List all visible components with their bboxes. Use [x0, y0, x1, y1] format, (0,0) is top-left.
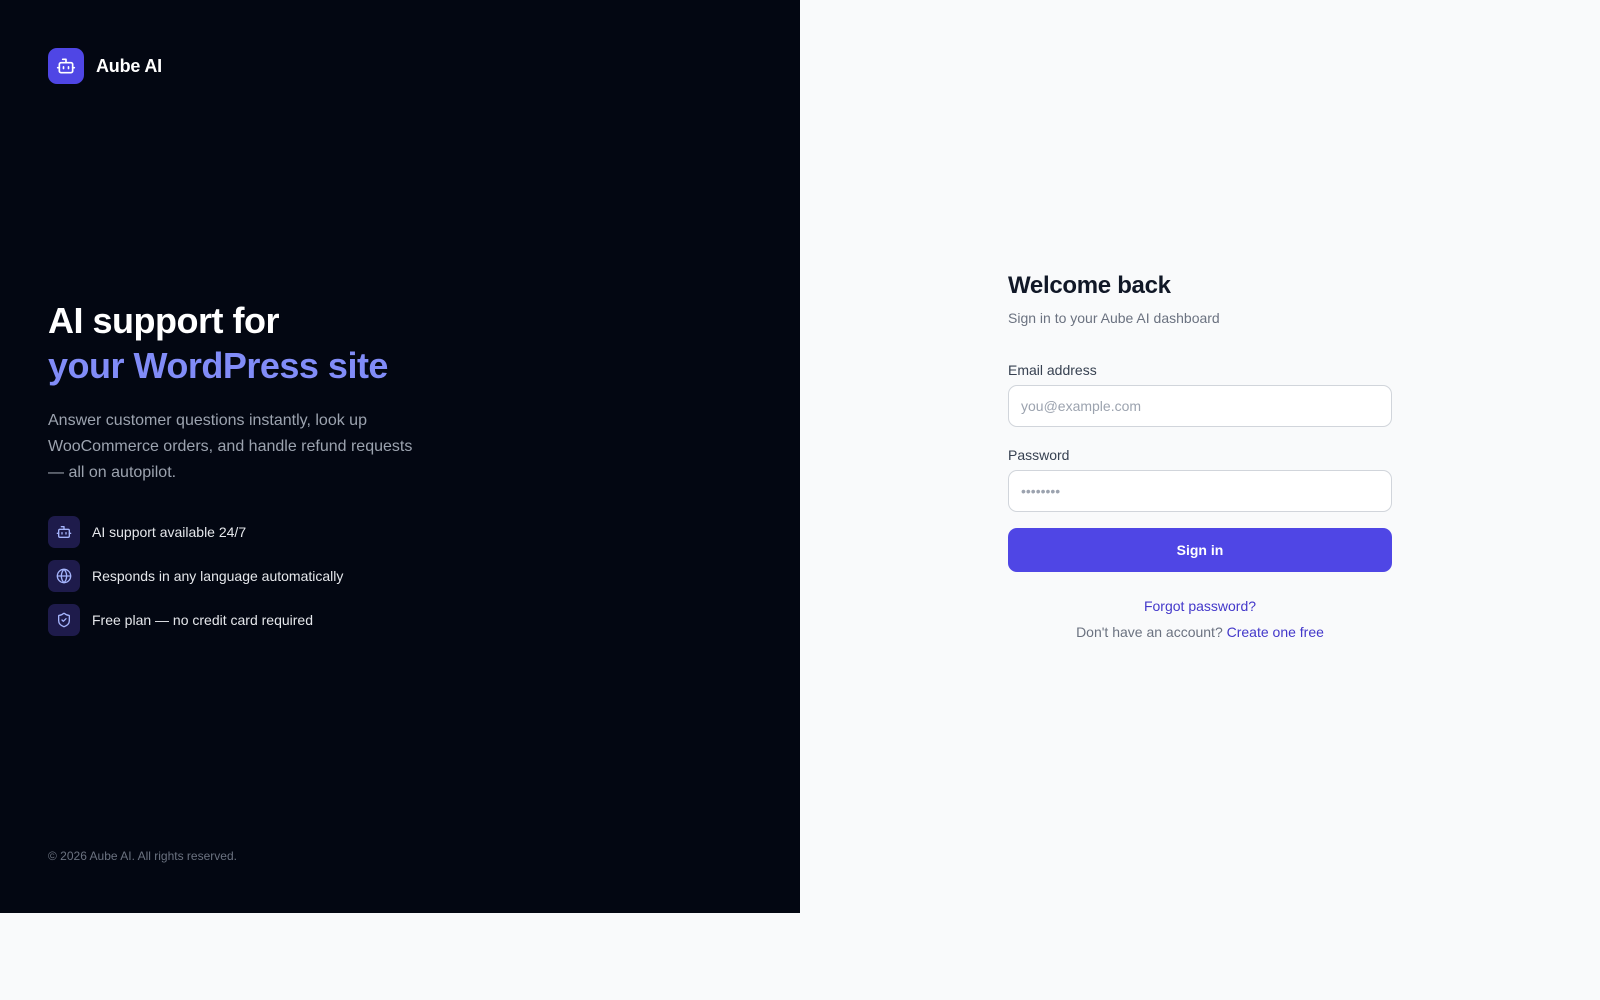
email-input[interactable] — [1008, 385, 1392, 427]
hero-title: AI support for your WordPress site — [48, 298, 568, 388]
shield-icon — [48, 604, 80, 636]
feature-list: AI support available 24/7 Responds in an… — [48, 516, 568, 636]
email-label: Email address — [1008, 362, 1097, 378]
copyright: © 2026 Aube AI. All rights reserved. — [48, 849, 237, 863]
forgot-password-link[interactable]: Forgot password? — [1144, 598, 1256, 614]
signin-form: Welcome back Sign in to your Aube AI das… — [1008, 272, 1392, 640]
feature-text: Responds in any language automatically — [92, 568, 344, 584]
feature-item: Responds in any language automatically — [48, 560, 568, 592]
brand[interactable]: Aube AI — [48, 48, 162, 84]
feature-item: Free plan — no credit card required — [48, 604, 568, 636]
create-account-link[interactable]: Create one free — [1227, 624, 1324, 640]
hero-title-line1: AI support for — [48, 300, 279, 341]
form-subtitle: Sign in to your Aube AI dashboard — [1008, 310, 1220, 326]
password-field-group: Password — [1008, 447, 1392, 512]
email-field-group: Email address — [1008, 362, 1392, 427]
globe-icon — [48, 560, 80, 592]
feature-text: AI support available 24/7 — [92, 524, 247, 540]
password-label: Password — [1008, 447, 1070, 463]
signup-prompt: Don't have an account? — [1076, 624, 1223, 640]
bot-icon — [48, 516, 80, 548]
signin-panel: Welcome back Sign in to your Aube AI das… — [800, 0, 1600, 1000]
feature-text: Free plan — no credit card required — [92, 612, 313, 628]
hero-panel: Aube AI AI support for your WordPress si… — [0, 0, 800, 913]
feature-item: AI support available 24/7 — [48, 516, 568, 548]
form-title: Welcome back — [1008, 272, 1171, 299]
signup-line: Don't have an account? Create one free — [1008, 624, 1392, 640]
brand-name: Aube AI — [96, 55, 162, 76]
password-input[interactable] — [1008, 470, 1392, 512]
hero-description: Answer customer questions instantly, loo… — [48, 412, 413, 481]
form-links: Forgot password? Don't have an account? … — [1008, 598, 1392, 640]
signin-button[interactable]: Sign in — [1008, 528, 1392, 572]
bot-icon — [48, 48, 84, 84]
hero-content: AI support for your WordPress site Answe… — [48, 298, 568, 636]
hero-title-line2: your WordPress site — [48, 345, 388, 386]
